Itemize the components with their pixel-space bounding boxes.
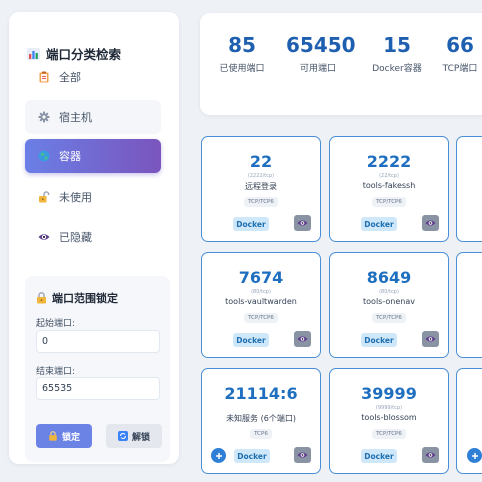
stat-used-ports: 85 已使用端口 bbox=[217, 33, 267, 74]
port-mapping: (80/tcp) bbox=[379, 289, 399, 295]
port-card[interactable]: 2222 (22/tcp) tools-fakessh TCP/TCP6 Docker bbox=[329, 136, 449, 242]
port-number: 2222 bbox=[366, 152, 412, 171]
start-port-input[interactable] bbox=[36, 330, 160, 353]
stat-docker-containers: 15 Docker容器 bbox=[369, 33, 425, 74]
port-card[interactable]: 8649 (80/tcp) tools-onenav TCP/TCP6 Docker bbox=[329, 252, 449, 358]
plus-icon bbox=[215, 452, 222, 459]
add-button[interactable] bbox=[211, 448, 226, 463]
port-mapping: (80/tcp) bbox=[251, 289, 271, 295]
hide-port-button[interactable] bbox=[294, 331, 311, 347]
service-name: tools-vaultwarden bbox=[225, 297, 297, 306]
eye-icon bbox=[425, 220, 436, 226]
docker-badge: Docker bbox=[361, 449, 397, 463]
start-port-label: 起始端口: bbox=[36, 319, 76, 329]
port-number: 21114:6 bbox=[224, 384, 298, 403]
hide-port-button[interactable] bbox=[422, 331, 439, 347]
port-card[interactable]: 21114:6 未知服务 (6个端口) TCP6 Docker bbox=[201, 368, 321, 474]
lock-icon bbox=[49, 431, 57, 441]
lock-icon bbox=[37, 292, 46, 304]
add-button[interactable] bbox=[467, 448, 482, 463]
globe-icon bbox=[38, 150, 50, 162]
unlock-button[interactable]: 解锁 bbox=[106, 424, 162, 448]
service-name: tools-fakessh bbox=[362, 181, 416, 190]
stat-available-ports: 65450 可用端口 bbox=[286, 33, 356, 74]
end-port-label: 结束端口: bbox=[36, 367, 76, 377]
sidebar-item-label: 宿主机 bbox=[59, 111, 92, 124]
stat-label: 已使用端口 bbox=[219, 64, 265, 74]
sidebar-item-hidden[interactable]: 已隐藏 bbox=[25, 220, 161, 254]
service-name: 远程登录 bbox=[245, 182, 277, 191]
eye-icon bbox=[297, 220, 308, 226]
hide-port-button[interactable] bbox=[422, 215, 439, 231]
eye-icon bbox=[38, 234, 50, 240]
docker-badge: Docker bbox=[233, 217, 269, 231]
hide-port-button[interactable] bbox=[422, 447, 439, 463]
lock-button[interactable]: 锁定 bbox=[36, 424, 92, 448]
stat-value: 85 bbox=[228, 33, 256, 57]
port-card[interactable]: 22 (2222/tcp) 远程登录 TCP/TCP6 Docker bbox=[201, 136, 321, 242]
end-port-input[interactable] bbox=[36, 377, 160, 400]
sidebar-item-unused[interactable]: 未使用 bbox=[25, 180, 161, 214]
docker-badge: Docker bbox=[361, 217, 397, 231]
gear-icon bbox=[38, 111, 50, 123]
stat-tcp-ports: 66 TCP端口 bbox=[436, 33, 482, 74]
sidebar-item-label: 全部 bbox=[59, 71, 81, 84]
sidebar-item-all[interactable]: 全部 bbox=[25, 60, 161, 94]
stat-value: 15 bbox=[383, 33, 411, 57]
protocol-badge: TCP/TCP6 bbox=[244, 313, 278, 323]
service-name: tools-blossom bbox=[361, 413, 417, 422]
eye-icon bbox=[297, 452, 308, 458]
protocol-badge: TCP/TCP6 bbox=[372, 313, 406, 323]
hide-port-button[interactable] bbox=[294, 215, 311, 231]
sidebar-item-label: 容器 bbox=[59, 150, 81, 163]
unlock-button-label: 解锁 bbox=[131, 432, 150, 443]
stat-label: Docker容器 bbox=[372, 64, 422, 74]
protocol-badge: TCP/TCP6 bbox=[372, 429, 406, 439]
docker-badge: Docker bbox=[233, 333, 269, 347]
port-mapping: (22/tcp) bbox=[379, 173, 399, 179]
sidebar-item-label: 未使用 bbox=[59, 191, 92, 204]
sidebar-item-container[interactable]: 容器 bbox=[25, 139, 161, 173]
port-number: 7674 bbox=[238, 268, 284, 287]
port-range-panel: 端口范围锁定 起始端口: 结束端口: 锁定 解锁 bbox=[25, 276, 170, 462]
protocol-badge: TCP/TCP6 bbox=[244, 197, 278, 207]
port-mapping: (2222/tcp) bbox=[247, 173, 275, 179]
plus-icon bbox=[471, 452, 478, 459]
bar-chart-icon bbox=[27, 47, 40, 60]
unlock-icon bbox=[39, 191, 50, 203]
port-number: 8649 bbox=[366, 268, 412, 287]
hide-port-button[interactable] bbox=[294, 447, 311, 463]
protocol-badge: TCP6 bbox=[250, 429, 272, 439]
stats-panel: 85 已使用端口 65450 可用端口 15 Docker容器 66 TCP端口 bbox=[200, 13, 482, 115]
stat-label: 可用端口 bbox=[299, 64, 336, 74]
port-range-title-text: 端口范围锁定 bbox=[52, 292, 118, 305]
port-number: 39999 bbox=[361, 384, 417, 403]
port-card-partial[interactable] bbox=[456, 136, 482, 242]
refresh-icon bbox=[117, 431, 128, 441]
docker-badge: Docker bbox=[361, 333, 397, 347]
lock-button-label: 锁定 bbox=[61, 432, 80, 443]
eye-icon bbox=[425, 452, 436, 458]
stat-value: 66 bbox=[446, 33, 474, 57]
port-card[interactable]: 39999 (9999/tcp) tools-blossom TCP/TCP6 Dock… bbox=[329, 368, 449, 474]
clipboard-icon bbox=[39, 71, 49, 83]
protocol-badge: TCP/TCP6 bbox=[372, 197, 406, 207]
port-range-title: 端口范围锁定 bbox=[36, 290, 118, 306]
eye-icon bbox=[297, 336, 308, 342]
port-card-partial[interactable] bbox=[456, 368, 482, 474]
stat-value: 65450 bbox=[286, 33, 356, 57]
sidebar-item-host[interactable]: 宿主机 bbox=[25, 100, 161, 134]
sidebar: 端口分类检索 全部 宿主机 容器 未使用 已隐藏 端口范围锁定 起始端口: 0 … bbox=[9, 12, 179, 464]
port-mapping: (9999/tcp) bbox=[375, 405, 403, 411]
service-name: 未知服务 (6个端口) bbox=[226, 414, 296, 423]
port-card[interactable]: 7674 (80/tcp) tools-vaultwarden TCP/TCP6 Doc… bbox=[201, 252, 321, 358]
stat-label: TCP端口 bbox=[442, 64, 478, 74]
sidebar-item-label: 已隐藏 bbox=[59, 231, 92, 244]
docker-badge: Docker bbox=[234, 449, 270, 463]
port-number: 22 bbox=[249, 152, 273, 171]
eye-icon bbox=[425, 336, 436, 342]
port-card-partial[interactable] bbox=[456, 252, 482, 358]
service-name: tools-onenav bbox=[363, 297, 415, 306]
